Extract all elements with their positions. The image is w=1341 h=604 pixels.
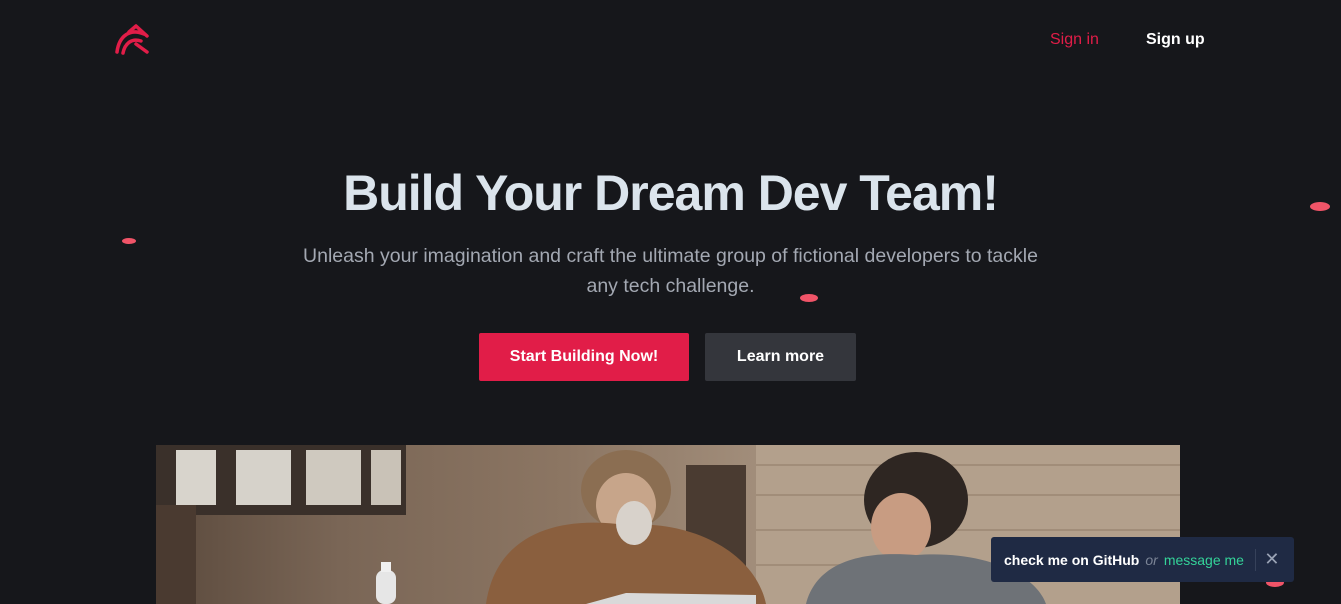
decorative-dot — [1310, 202, 1330, 211]
github-toast: check me on GitHub or message me ✕ — [991, 537, 1294, 582]
message-me-link[interactable]: message me — [1164, 552, 1244, 568]
hero-subtitle: Unleash your imagination and craft the u… — [303, 245, 1038, 297]
toast-or-text: or — [1145, 551, 1158, 568]
decorative-dot — [800, 294, 818, 302]
logo-icon[interactable] — [114, 22, 150, 56]
start-building-button[interactable]: Start Building Now! — [479, 333, 689, 381]
toast-divider — [1254, 548, 1256, 571]
github-link[interactable]: check me on GitHub — [1004, 552, 1139, 568]
close-icon[interactable]: ✕ — [1257, 537, 1287, 582]
hero-title: Build Your Dream Dev Team! — [343, 165, 999, 221]
sign-up-link[interactable]: Sign up — [1146, 31, 1205, 49]
sign-in-link[interactable]: Sign in — [1050, 31, 1099, 49]
decorative-dot — [122, 238, 136, 244]
learn-more-button[interactable]: Learn more — [705, 333, 856, 381]
page: Sign in Sign up Build Your Dream Dev Tea… — [0, 0, 1341, 604]
